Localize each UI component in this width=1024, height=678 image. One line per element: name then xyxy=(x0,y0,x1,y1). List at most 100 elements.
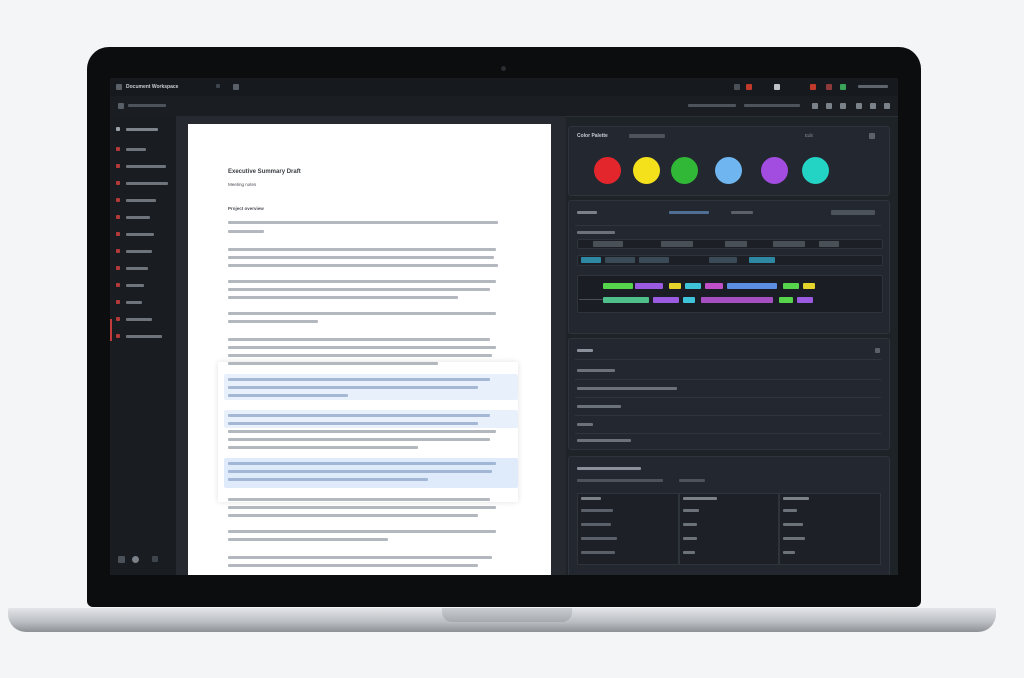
track-tag[interactable] xyxy=(709,257,737,263)
properties-panel xyxy=(568,338,890,450)
property-row[interactable] xyxy=(577,405,621,408)
table-header-cell[interactable] xyxy=(683,497,717,500)
menu-icon[interactable] xyxy=(116,84,122,90)
palette-toolbar[interactable] xyxy=(629,134,665,138)
color-swatch-yellow[interactable] xyxy=(633,157,660,184)
clip-magenta[interactable] xyxy=(701,297,773,303)
clip-cyan[interactable] xyxy=(685,283,701,289)
document-page[interactable]: Executive Summary Draft Meeting notes Pr… xyxy=(188,124,551,575)
clip-yellow[interactable] xyxy=(669,283,681,289)
document-title: Executive Summary Draft xyxy=(228,169,301,175)
user-icon[interactable] xyxy=(884,103,890,109)
sidebar-item-home[interactable] xyxy=(116,126,172,134)
pdf-icon[interactable] xyxy=(746,84,752,90)
table-header-cell[interactable] xyxy=(783,497,809,500)
clip-purple[interactable] xyxy=(797,297,813,303)
settings-icon[interactable] xyxy=(870,103,876,109)
search-icon[interactable] xyxy=(856,103,862,109)
track-tag[interactable] xyxy=(581,257,601,263)
clip-green[interactable] xyxy=(779,297,793,303)
table-cell xyxy=(581,537,617,540)
bell-icon[interactable] xyxy=(826,103,832,109)
clip-magenta[interactable] xyxy=(705,283,723,289)
view-options[interactable] xyxy=(744,104,800,107)
zoom-controls[interactable] xyxy=(831,210,875,215)
color-swatch-blue[interactable] xyxy=(715,157,742,184)
sync-icon[interactable] xyxy=(840,84,846,90)
clip-blue[interactable] xyxy=(727,283,777,289)
color-swatch-purple[interactable] xyxy=(761,157,788,184)
window-controls-icon[interactable] xyxy=(858,85,888,88)
close-icon[interactable] xyxy=(869,133,875,139)
table-search[interactable] xyxy=(679,479,705,482)
sidebar-item-5[interactable] xyxy=(116,214,172,222)
text-line xyxy=(228,422,478,425)
text-line xyxy=(228,288,490,291)
layout-icon[interactable] xyxy=(840,103,846,109)
track-tag[interactable] xyxy=(593,241,623,247)
data-table-panel xyxy=(568,456,890,575)
highlight-block[interactable] xyxy=(224,410,518,428)
table-cell xyxy=(783,509,797,512)
section-heading: Project overview xyxy=(228,206,264,211)
sidebar-item-9[interactable] xyxy=(116,282,172,290)
zoom-control[interactable] xyxy=(688,104,736,107)
export-icon[interactable] xyxy=(810,84,816,90)
waveform-track[interactable] xyxy=(577,275,883,313)
sidebar-item-12[interactable] xyxy=(116,333,172,341)
color-swatch-red[interactable] xyxy=(594,157,621,184)
clip-yellow[interactable] xyxy=(803,283,815,289)
share-icon[interactable] xyxy=(734,84,740,90)
range-control[interactable] xyxy=(731,211,753,214)
account-icon[interactable] xyxy=(132,556,139,563)
tab-close-icon[interactable] xyxy=(216,84,220,88)
text-line xyxy=(228,414,490,417)
sidebar-item-1[interactable] xyxy=(116,146,172,154)
property-row[interactable] xyxy=(577,423,593,426)
play-icon[interactable] xyxy=(812,103,818,109)
sidebar-item-7[interactable] xyxy=(116,248,172,256)
track-tag[interactable] xyxy=(639,257,669,263)
laptop-notch xyxy=(442,608,572,622)
clip-purple[interactable] xyxy=(653,297,679,303)
clip-purple[interactable] xyxy=(635,283,663,289)
color-swatch-teal[interactable] xyxy=(802,157,829,184)
clip-green[interactable] xyxy=(783,283,799,289)
track-tag[interactable] xyxy=(725,241,747,247)
help-icon[interactable] xyxy=(118,556,125,563)
track-tag[interactable] xyxy=(773,241,805,247)
collapse-icon[interactable] xyxy=(152,556,158,562)
property-row[interactable] xyxy=(577,439,631,442)
palette-action[interactable]: Edit xyxy=(805,133,813,138)
clip-green[interactable] xyxy=(603,283,633,289)
table-filter[interactable] xyxy=(577,479,663,482)
clip-green[interactable] xyxy=(603,297,649,303)
clip-cyan[interactable] xyxy=(683,297,695,303)
sidebar-item-10[interactable] xyxy=(116,299,172,307)
close-icon[interactable] xyxy=(875,348,880,353)
breadcrumb[interactable] xyxy=(128,104,166,107)
color-swatch-green[interactable] xyxy=(671,157,698,184)
sidebar-item-3[interactable] xyxy=(116,180,172,188)
new-tab-icon[interactable] xyxy=(233,84,239,90)
sidebar-item-6[interactable] xyxy=(116,231,172,239)
track-tag[interactable] xyxy=(749,257,775,263)
track-tag[interactable] xyxy=(661,241,693,247)
property-row[interactable] xyxy=(577,369,615,372)
filter-control[interactable] xyxy=(669,211,709,214)
sidebar-item-4[interactable] xyxy=(116,197,172,205)
table-header-cell[interactable] xyxy=(581,497,601,500)
sidebar-label xyxy=(126,233,154,236)
sidebar-item-2[interactable] xyxy=(116,163,172,171)
text-line xyxy=(228,462,496,465)
text-line xyxy=(228,221,498,224)
property-row[interactable] xyxy=(577,387,677,390)
track-tag[interactable] xyxy=(819,241,839,247)
sidebar-item-8[interactable] xyxy=(116,265,172,273)
track-tag[interactable] xyxy=(605,257,635,263)
sidebar-toggle-icon[interactable] xyxy=(118,103,124,109)
print-icon[interactable] xyxy=(774,84,780,90)
table-cell xyxy=(783,551,795,554)
sidebar-item-11[interactable] xyxy=(116,316,172,324)
bookmark-icon[interactable] xyxy=(826,84,832,90)
